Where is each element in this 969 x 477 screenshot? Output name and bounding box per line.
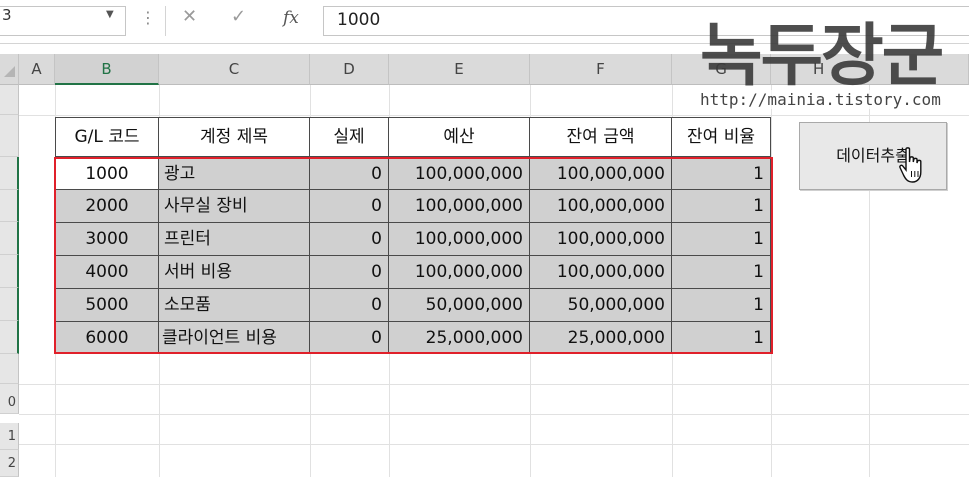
name-box-value: 3 xyxy=(2,6,12,24)
chevron-down-icon[interactable]: ▼ xyxy=(106,9,114,20)
header-cell-account-title[interactable]: 계정 제목 xyxy=(159,117,310,157)
select-all-triangle-icon xyxy=(4,66,15,77)
column-header-a[interactable]: A xyxy=(19,54,55,85)
gridline xyxy=(19,115,969,116)
row-header[interactable]: 0 xyxy=(0,392,19,414)
column-header-f[interactable]: F xyxy=(530,54,672,85)
column-header-d[interactable]: D xyxy=(310,54,389,85)
row-header[interactable] xyxy=(0,255,19,288)
header-cell-remaining-amount[interactable]: 잔여 금액 xyxy=(530,117,672,157)
selection-highlight-box xyxy=(54,157,773,354)
formula-separator xyxy=(165,6,166,36)
header-cell-budget[interactable]: 예산 xyxy=(389,117,530,157)
watermark-url: http://mainia.tistory.com xyxy=(700,90,941,109)
row-header[interactable] xyxy=(0,321,19,354)
enter-icon[interactable]: ✓ xyxy=(231,6,246,27)
row-header[interactable] xyxy=(0,157,19,190)
insert-function-icon[interactable]: fx xyxy=(283,8,299,28)
header-cell-gl-code[interactable]: G/L 코드 xyxy=(55,117,159,157)
gridline xyxy=(19,414,969,415)
row-header[interactable]: 2 xyxy=(0,450,19,477)
row-header[interactable] xyxy=(0,222,19,255)
header-cell-actual[interactable]: 실제 xyxy=(310,117,389,157)
column-header-e[interactable]: E xyxy=(389,54,530,85)
row-header[interactable] xyxy=(0,115,19,157)
row-header[interactable] xyxy=(0,288,19,321)
row-header[interactable] xyxy=(0,190,19,222)
formula-value: 1000 xyxy=(337,10,381,30)
column-header-b[interactable]: B xyxy=(55,54,159,85)
gridline xyxy=(19,444,969,445)
more-icon[interactable]: ⋮ xyxy=(140,8,156,27)
row-header[interactable] xyxy=(0,85,19,115)
gridline xyxy=(19,384,969,385)
column-header-c[interactable]: C xyxy=(159,54,310,85)
watermark-title: 녹두장군 xyxy=(700,16,944,96)
header-cell-remaining-ratio[interactable]: 잔여 비율 xyxy=(672,117,771,157)
row-header[interactable]: 1 xyxy=(0,423,19,450)
row-header[interactable] xyxy=(0,354,19,384)
cancel-icon[interactable]: ✕ xyxy=(182,6,197,27)
hand-cursor-icon xyxy=(899,147,922,183)
